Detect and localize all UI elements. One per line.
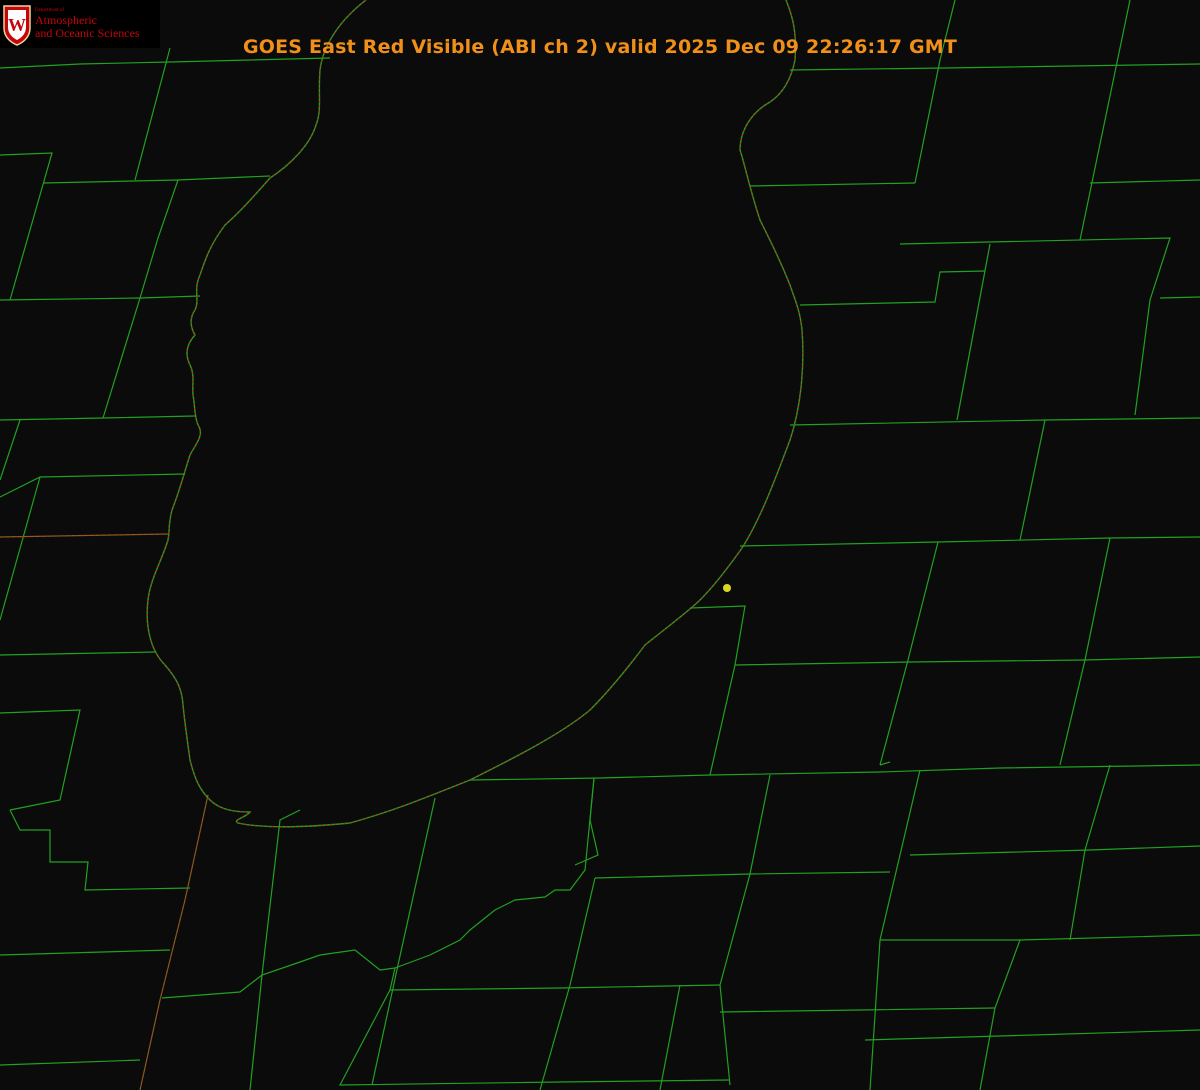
map-background (0, 0, 1200, 1090)
observation-marker (723, 584, 731, 592)
svg-text:W: W (8, 15, 26, 35)
department-logo: W Department of Atmospheric and Oceanic … (0, 0, 160, 48)
satellite-map (0, 0, 1200, 1090)
logo-name-line-2: and Oceanic Sciences (35, 26, 140, 40)
map-title: GOES East Red Visible (ABI ch 2) valid 2… (242, 36, 958, 58)
uw-shield-icon: W (3, 5, 31, 46)
